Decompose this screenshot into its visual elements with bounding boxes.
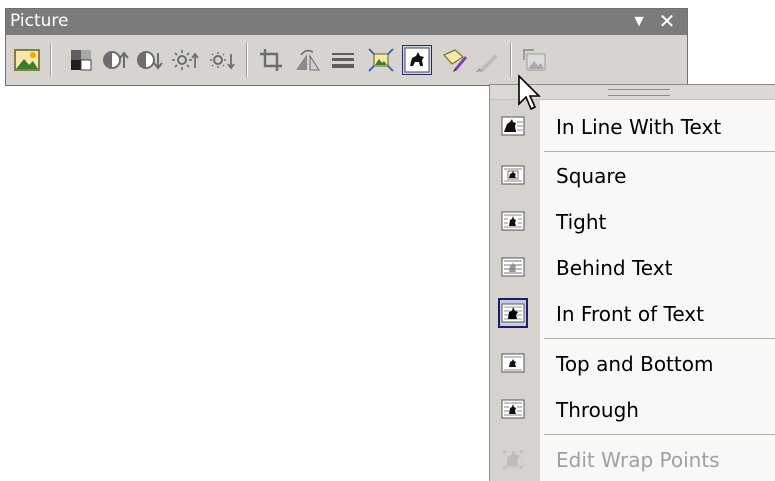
menu-item-in-front-of-text[interactable]: In Front of Text [490,292,775,334]
menu-item-label: Behind Text [556,256,673,280]
text-wrapping-icon [404,47,430,73]
menu-item-label: Square [556,164,627,188]
toolbar-title: Picture [10,11,69,31]
insert-picture-button[interactable] [12,45,42,75]
less-contrast-button[interactable] [134,45,164,75]
wrap-inline-icon [498,111,528,141]
menu-item-label: Tight [556,210,607,234]
line-style-button[interactable] [328,45,358,75]
text-wrapping-menu: In Line With Text Square Tight Behind Te… [489,84,775,481]
wrap-through-icon [498,394,528,424]
menu-separator [544,434,775,435]
toolbar-separator [50,43,52,77]
toolbar-separator [510,43,512,77]
rotate-left-icon [296,49,320,71]
less-brightness-icon [210,52,235,70]
more-brightness-icon [172,50,199,70]
wrap-square-icon [498,160,528,190]
toolbar-title-bar[interactable]: Picture ▼ ✕ [6,9,687,35]
menu-item-label: Through [556,398,639,422]
menu-item-square[interactable]: Square [490,154,775,196]
wrap-tight-icon [498,206,528,236]
rotate-left-button[interactable] [292,45,322,75]
format-picture-icon [443,49,467,72]
compress-pictures-button[interactable] [366,45,396,75]
set-transparent-color-button[interactable] [472,45,502,75]
menu-separator [544,338,775,339]
menu-item-label: Edit Wrap Points [556,448,720,472]
menu-item-edit-wrap-points: Edit Wrap Points [490,438,775,480]
menu-separator [544,151,775,152]
compress-pictures-icon [368,48,394,72]
menu-item-top-and-bottom[interactable]: Top and Bottom [490,342,775,384]
menu-item-label: In Front of Text [556,302,704,326]
less-contrast-icon [137,51,163,70]
insert-picture-icon [14,49,40,71]
set-transparent-color-icon [476,54,498,73]
mouse-pointer-icon [518,74,541,111]
menu-item-label: Top and Bottom [556,352,714,376]
color-button[interactable] [66,45,96,75]
format-picture-button[interactable] [440,45,470,75]
menu-item-behind-text[interactable]: Behind Text [490,246,775,288]
reset-picture-button[interactable] [520,45,550,75]
picture-toolbar: Picture ▼ ✕ [5,8,688,86]
menu-item-through[interactable]: Through [490,388,775,430]
menu-item-tight[interactable]: Tight [490,200,775,242]
wrap-behind-text-icon [498,252,528,282]
menu-item-label: In Line With Text [556,115,722,139]
more-brightness-button[interactable] [170,45,200,75]
close-icon[interactable]: ✕ [656,9,678,35]
more-contrast-button[interactable] [100,45,130,75]
reset-picture-icon [523,49,546,71]
crop-button[interactable] [256,45,286,75]
toolbar-options-icon[interactable]: ▼ [628,9,650,35]
toolbar-separator [246,43,248,77]
edit-wrap-points-icon [498,444,528,474]
more-contrast-icon [103,51,129,69]
toolbar-buttons [6,35,687,85]
line-style-icon [332,53,354,68]
crop-icon [260,49,282,71]
wrap-in-front-of-text-icon [498,298,528,328]
grip-icon [608,89,670,96]
less-brightness-button[interactable] [206,45,236,75]
wrap-top-and-bottom-icon [498,348,528,378]
text-wrapping-button[interactable] [402,45,432,75]
color-icon [71,50,92,71]
